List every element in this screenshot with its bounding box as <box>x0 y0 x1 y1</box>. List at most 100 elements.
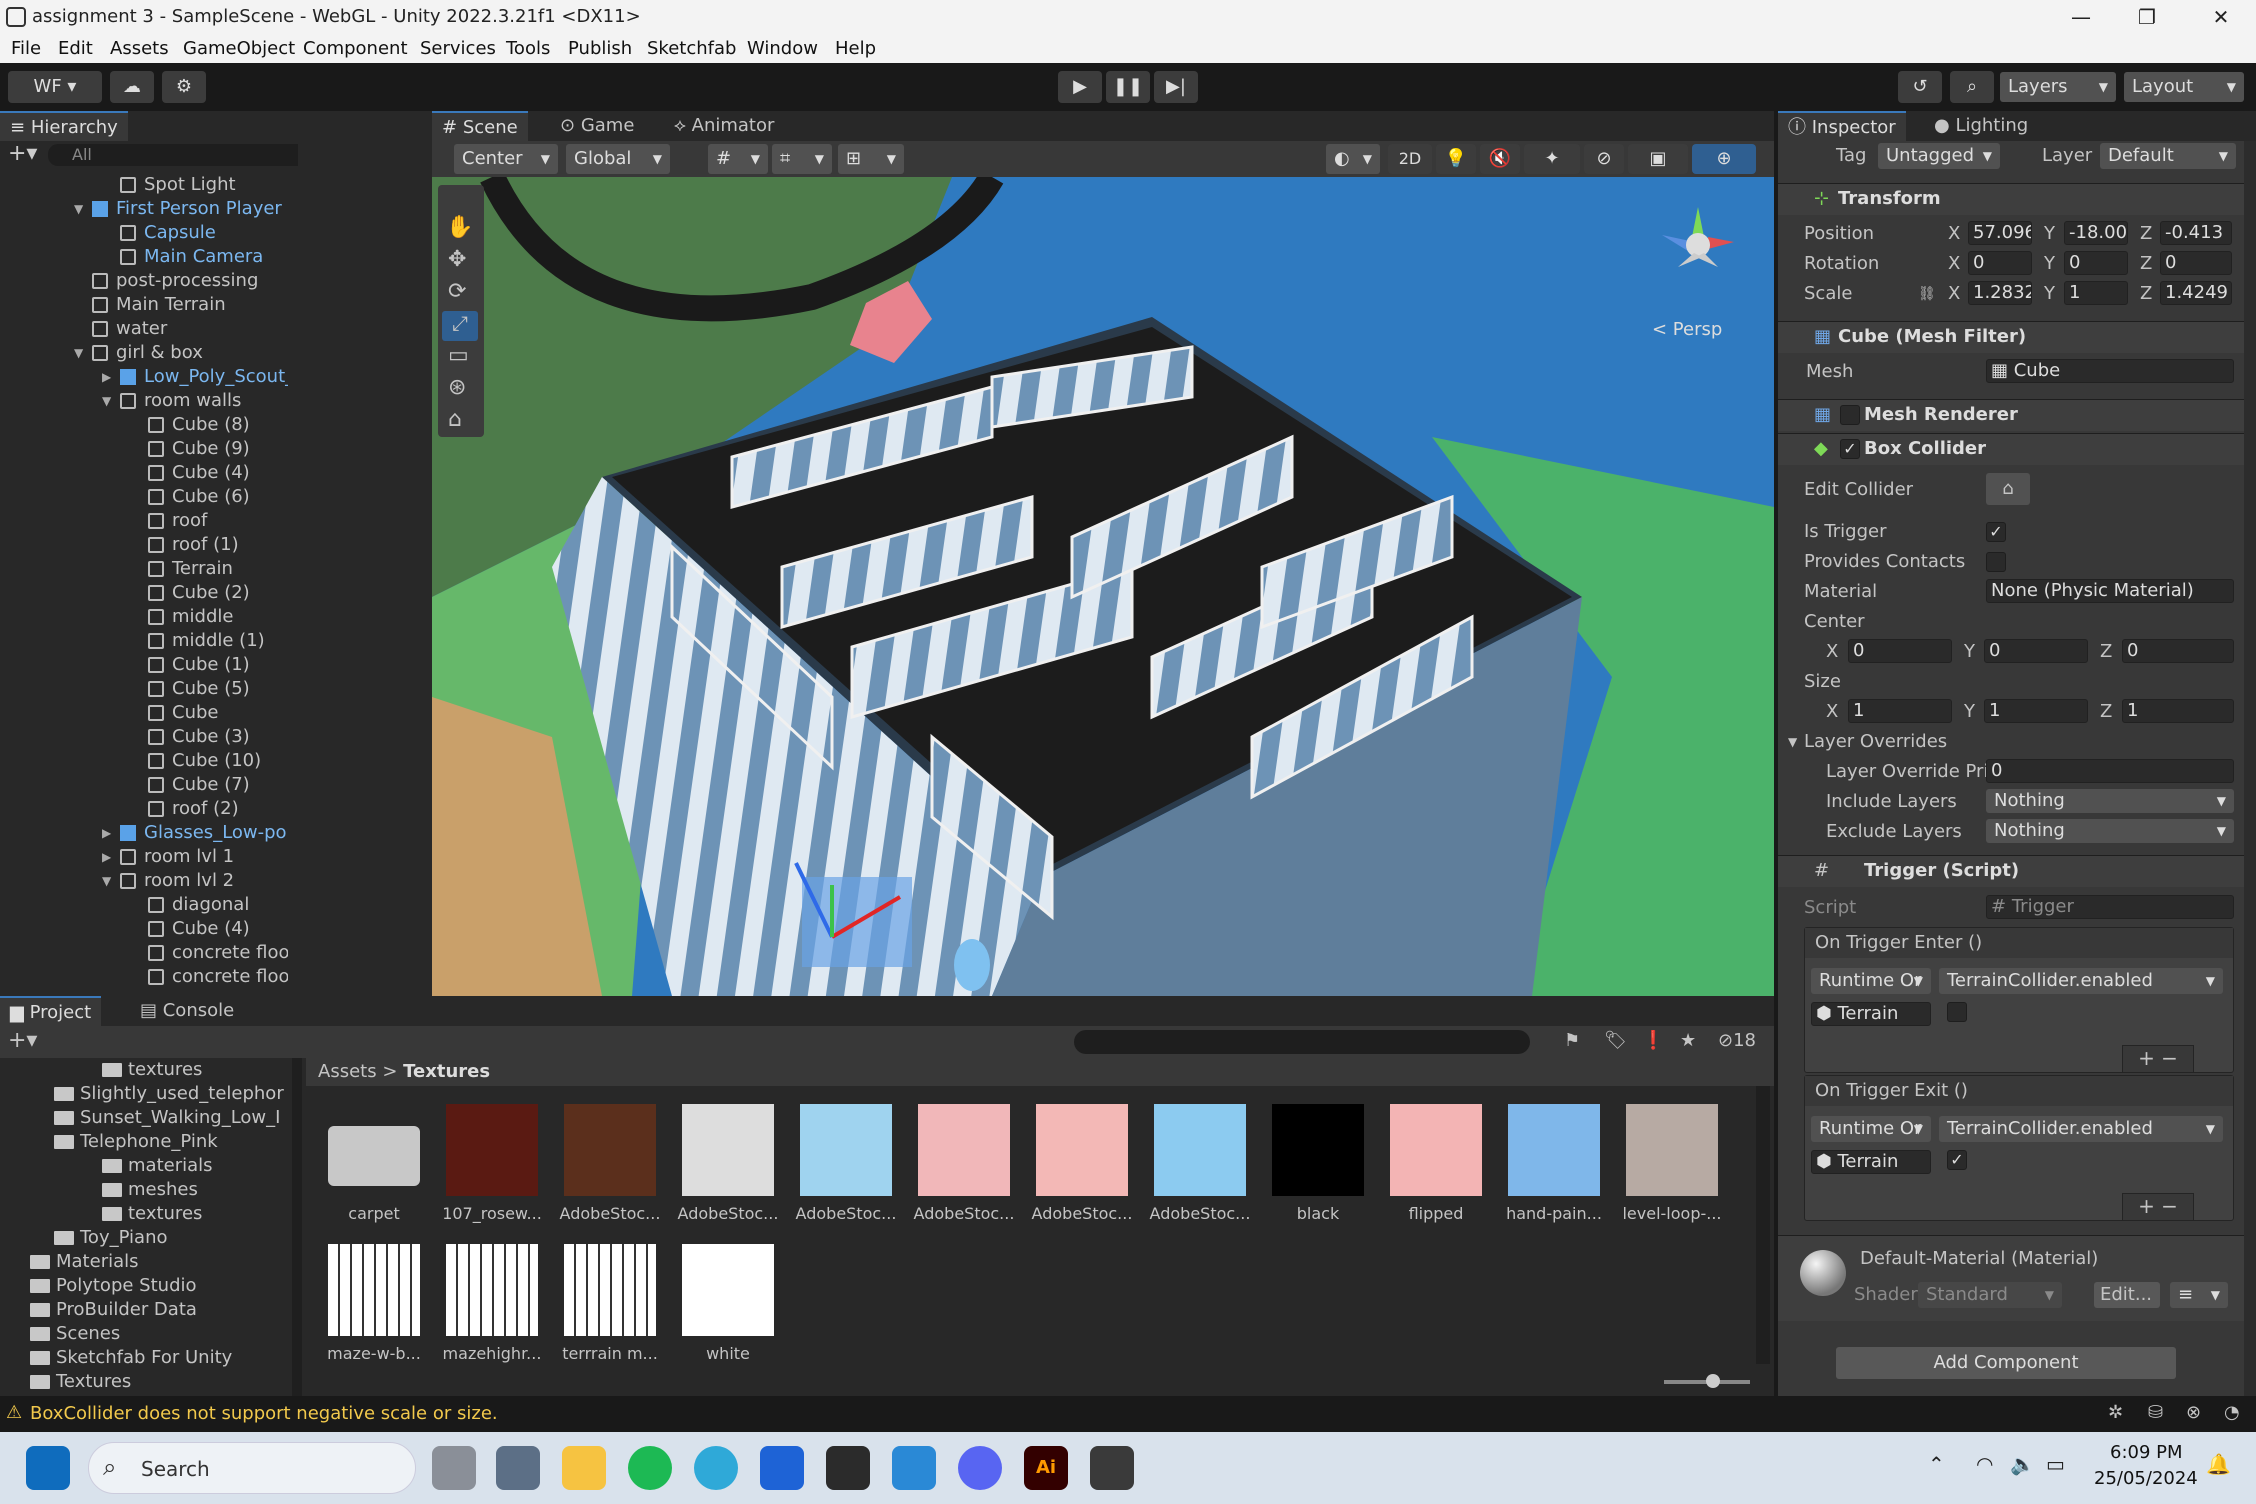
transform-tool-icon[interactable]: ⊛ <box>448 375 466 400</box>
clock-date[interactable]: 25/05/2024 <box>2094 1468 2198 1489</box>
menu-window[interactable]: Window <box>747 38 818 59</box>
center-y-field[interactable]: 0 <box>1984 639 2088 663</box>
scale-x-field[interactable]: 1.2832 <box>1968 281 2032 305</box>
wifi-icon[interactable]: ◠ <box>1976 1452 1993 1476</box>
volume-icon[interactable]: 🔈 <box>2010 1452 2035 1476</box>
hierarchy-item[interactable]: roof (2) <box>0 797 288 821</box>
rect-tool-icon[interactable]: ▭ <box>448 343 469 368</box>
hierarchy-item[interactable]: ▼ girl & box <box>0 341 288 365</box>
project-folder-item[interactable]: textures <box>0 1202 290 1226</box>
audio-toggle-icon[interactable]: 🔇 <box>1480 144 1520 174</box>
hierarchy-item[interactable]: Cube (8) <box>0 413 288 437</box>
history-icon[interactable]: ↺ <box>1898 71 1942 103</box>
hierarchy-item[interactable]: ▼ room walls <box>0 389 288 413</box>
project-folder-item[interactable]: meshes <box>0 1178 290 1202</box>
expand-arrow-icon[interactable]: ▶ <box>102 845 116 869</box>
material-options-dropdown[interactable]: ≡ <box>2170 1282 2228 1308</box>
exit-object-field[interactable]: ⬢ Terrain <box>1811 1150 1931 1174</box>
is-trigger-checkbox[interactable]: ✓ <box>1986 522 2006 542</box>
tab-inspector[interactable]: ⓘ Inspector <box>1778 111 1906 141</box>
texture-thumbnail[interactable] <box>682 1244 774 1336</box>
hierarchy-item[interactable]: Cube (10) <box>0 749 288 773</box>
project-folder-item[interactable]: Telephone_Pink <box>0 1130 290 1154</box>
file-explorer-icon[interactable] <box>562 1446 606 1490</box>
expand-arrow-icon[interactable]: ▼ <box>74 197 88 221</box>
project-folder-item[interactable]: ProBuilder Data <box>0 1298 290 1322</box>
collider-material-field[interactable]: None (Physic Material) <box>1986 579 2234 603</box>
menu-publish[interactable]: Publish <box>568 38 632 59</box>
battery-icon[interactable]: ▭ <box>2046 1452 2065 1476</box>
texture-thumbnail[interactable] <box>564 1104 656 1196</box>
layer-overrides-row[interactable]: ▼ Layer Overrides <box>1778 729 2244 755</box>
texture-thumbnail[interactable] <box>446 1104 538 1196</box>
hierarchy-item[interactable]: Cube (1) <box>0 653 288 677</box>
enter-runtime-dropdown[interactable]: Runtime Or <box>1811 968 1931 994</box>
clock-time[interactable]: 6:09 PM <box>2110 1442 2183 1463</box>
notification-icon[interactable]: 🔔 <box>2206 1452 2231 1476</box>
exit-function-dropdown[interactable]: TerrainCollider.enabled <box>1939 1116 2223 1142</box>
status-message[interactable]: BoxCollider does not support negative sc… <box>30 1403 498 1424</box>
minimize-button[interactable]: — <box>2046 0 2116 35</box>
hierarchy-item[interactable]: middle (1) <box>0 629 288 653</box>
hierarchy-item[interactable]: middle <box>0 605 288 629</box>
hierarchy-item[interactable]: Cube (6) <box>0 485 288 509</box>
provides-contacts-checkbox[interactable] <box>1986 552 2006 572</box>
tab-animator[interactable]: ⟡ Animator <box>664 111 784 141</box>
edge-icon[interactable] <box>694 1446 738 1490</box>
hidden-count[interactable]: ⊘18 <box>1718 1030 1756 1051</box>
menu-tools[interactable]: Tools <box>506 38 550 59</box>
taskbar-search-input[interactable]: ⌕ Search <box>88 1442 416 1494</box>
scale-z-field[interactable]: 1.4249 <box>2160 281 2232 305</box>
expand-arrow-icon[interactable]: ▼ <box>102 389 116 413</box>
hierarchy-item[interactable]: post-processing <box>0 269 288 293</box>
task-view-icon[interactable] <box>432 1446 476 1490</box>
cache-icon[interactable]: ⛁ <box>2148 1402 2163 1423</box>
exclude-layers-dropdown[interactable]: Nothing <box>1986 819 2234 843</box>
tab-project[interactable]: ▆ Project <box>0 996 102 1026</box>
trigger-script-header[interactable]: # Trigger (Script) <box>1778 855 2256 887</box>
position-y-field[interactable]: -18.00 <box>2064 221 2128 245</box>
tab-console[interactable]: ▤ Console <box>130 996 244 1026</box>
restore-button[interactable]: ❐ <box>2112 0 2182 35</box>
edit-collider-button[interactable]: ⌂ <box>1986 473 2030 505</box>
hierarchy-item[interactable]: Main Terrain <box>0 293 288 317</box>
cloud-icon[interactable]: ☁ <box>110 71 154 103</box>
texture-thumbnail[interactable] <box>1154 1104 1246 1196</box>
hierarchy-item[interactable]: concrete floor (3) <box>0 965 288 989</box>
mesh-renderer-enabled-checkbox[interactable] <box>1840 405 1860 425</box>
texture-thumbnail[interactable] <box>918 1104 1010 1196</box>
unity-editor-icon[interactable] <box>1090 1446 1134 1490</box>
exit-add-remove-buttons[interactable]: + − <box>2122 1193 2194 1221</box>
asset-scrollbar[interactable] <box>1756 1086 1770 1364</box>
texture-thumbnail[interactable] <box>1036 1104 1128 1196</box>
mesh-filter-header[interactable]: ▦ Cube (Mesh Filter) <box>1778 321 2256 353</box>
add-component-button[interactable]: Add Component <box>1836 1347 2176 1379</box>
project-folder-item[interactable]: Polytope Studio <box>0 1274 290 1298</box>
hierarchy-item[interactable]: concrete floor (2) <box>0 941 288 965</box>
collab-icon[interactable]: ⚙ <box>162 71 206 103</box>
tag-dropdown[interactable]: Untagged <box>1878 143 2000 169</box>
shader-dropdown[interactable]: Standard <box>1918 1282 2062 1308</box>
project-tree-scrollbar[interactable] <box>292 1058 302 1396</box>
hierarchy-item[interactable]: Cube (3) <box>0 725 288 749</box>
size-x-field[interactable]: 1 <box>1848 699 1952 723</box>
lighting-toggle-icon[interactable]: 💡 <box>1436 144 1476 174</box>
hierarchy-item[interactable]: ▼ room lvl 2 <box>0 869 288 893</box>
pause-button[interactable]: ❚❚ <box>1106 71 1150 103</box>
hierarchy-item[interactable]: ▶ Low_Poly_Scout_Girl_(Ap <box>0 365 288 389</box>
hierarchy-item[interactable]: Cube (5) <box>0 677 288 701</box>
hierarchy-item[interactable]: Cube <box>0 701 288 725</box>
enter-value-checkbox[interactable] <box>1947 1002 1967 1022</box>
account-button[interactable]: WF ▾ <box>8 71 102 103</box>
breadcrumb-textures[interactable]: Textures <box>403 1061 490 1082</box>
step-button[interactable]: ▶| <box>1154 71 1198 103</box>
layer-dropdown[interactable]: Default <box>2100 143 2236 169</box>
texture-thumbnail[interactable] <box>446 1244 538 1336</box>
gizmos-icon[interactable]: ⊕ <box>1692 144 1756 174</box>
hierarchy-item[interactable]: Cube (9) <box>0 437 288 461</box>
expand-arrow-icon[interactable]: ▶ <box>102 365 116 389</box>
box-collider-header[interactable]: ◆ ✓ Box Collider <box>1778 433 2256 465</box>
discord-icon[interactable] <box>958 1446 1002 1490</box>
hierarchy-item[interactable]: Cube (4) <box>0 461 288 485</box>
scale-link-icon[interactable]: ⛓ <box>1918 281 1936 307</box>
